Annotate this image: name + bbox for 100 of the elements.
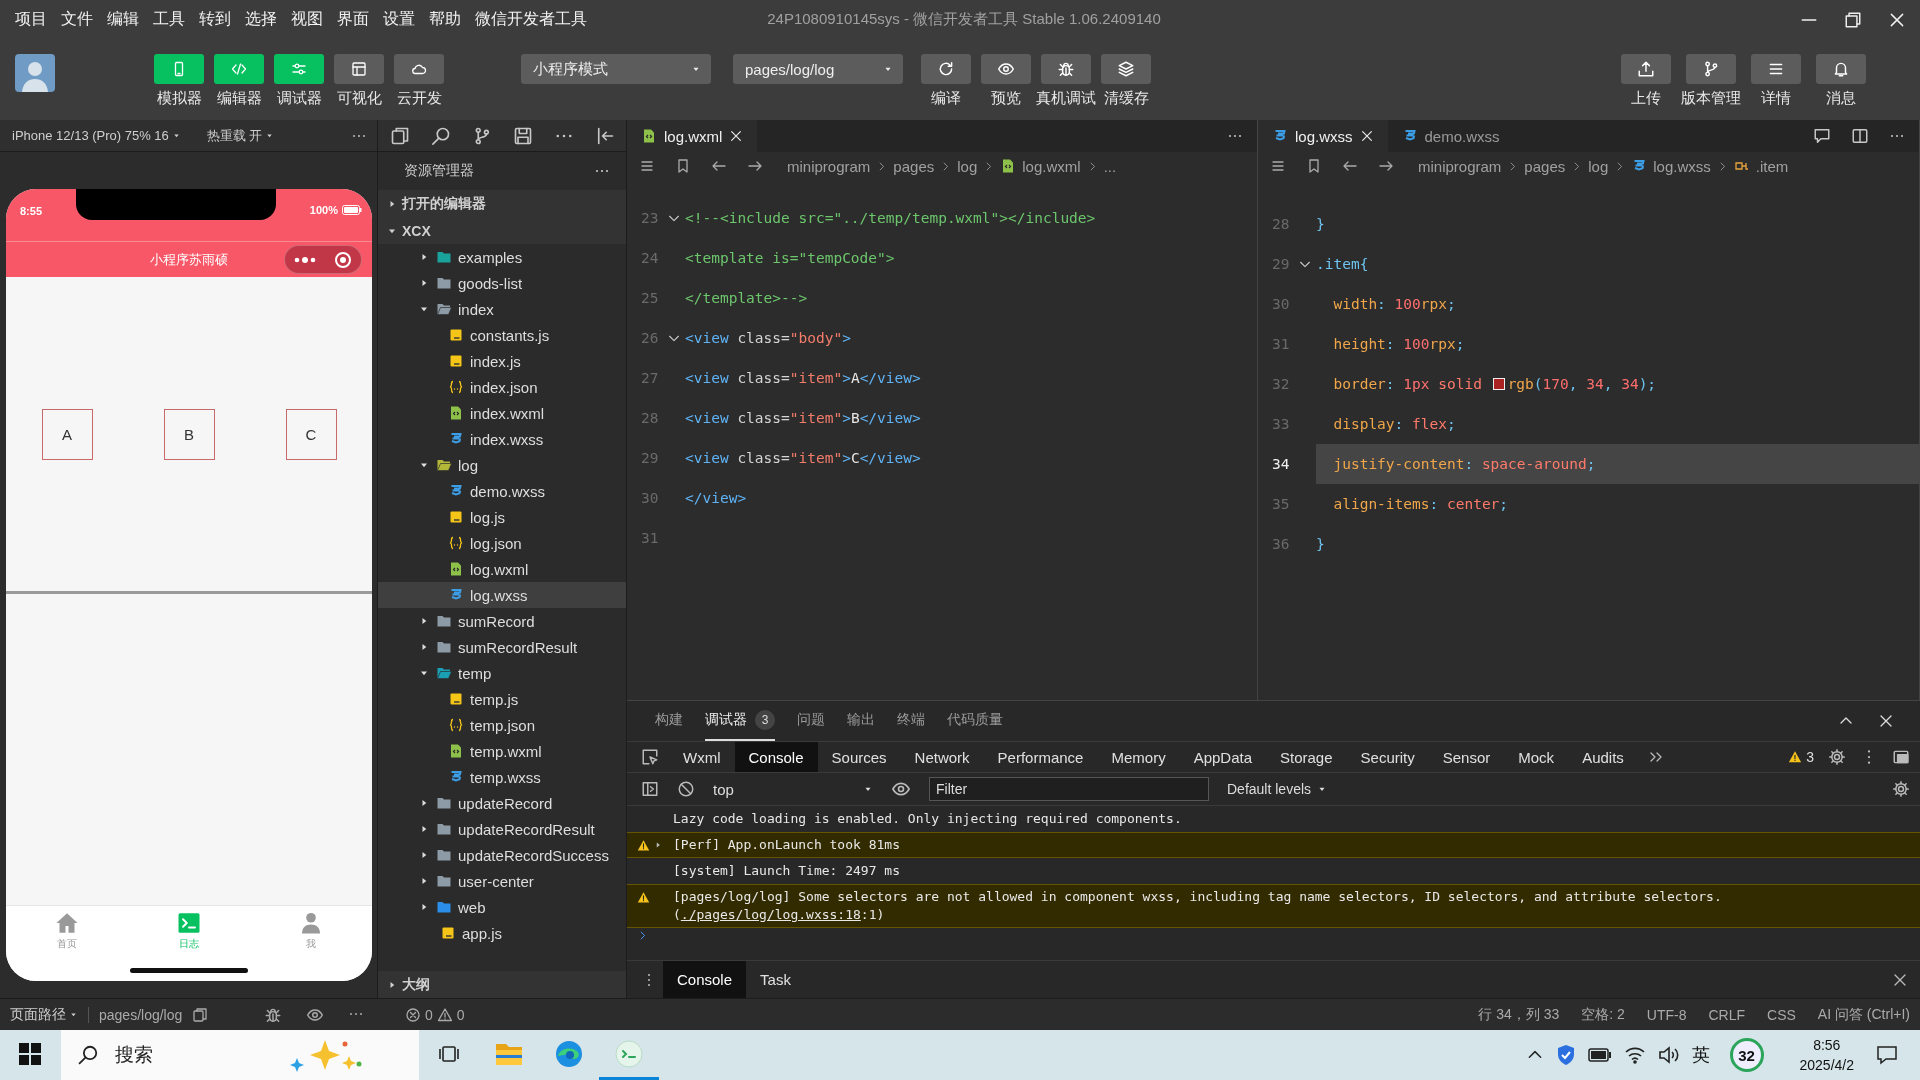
tree-item[interactable]: temp.wxml <box>378 738 626 764</box>
toolbar-button[interactable] <box>1041 54 1091 84</box>
tree-item[interactable]: index.wxml <box>378 400 626 426</box>
tree-item[interactable]: temp.wxss <box>378 764 626 790</box>
bookmark-icon[interactable] <box>1306 158 1322 174</box>
panel-tab[interactable]: 输出 <box>847 701 875 741</box>
menu-item[interactable]: 转到 <box>192 9 238 30</box>
tree-item[interactable]: user-center <box>378 868 626 894</box>
status-item[interactable]: AI 问答 (Ctrl+I) <box>1817 1005 1910 1024</box>
devtools-tab[interactable]: Mock <box>1504 742 1569 772</box>
devtools-tab[interactable]: Network <box>900 742 984 772</box>
list-icon[interactable] <box>1270 158 1286 174</box>
breadcrumb-item[interactable]: log.wxss <box>1653 157 1711 175</box>
restore-icon[interactable] <box>1844 10 1862 29</box>
notification-badge[interactable]: 32 <box>1729 1038 1764 1072</box>
panel-tab[interactable]: 代码质量 <box>947 701 1003 741</box>
status-item[interactable]: CRLF <box>1708 1006 1746 1023</box>
bookmark-icon[interactable] <box>675 158 691 174</box>
view-toggle-button[interactable] <box>214 54 264 84</box>
close-icon[interactable] <box>1878 713 1894 729</box>
tree-item[interactable]: constants.js <box>378 322 626 348</box>
tree-item[interactable]: index.wxss <box>378 426 626 452</box>
breadcrumb-item[interactable]: ... <box>1103 157 1117 175</box>
view-toggle-button[interactable] <box>334 54 384 84</box>
copy-icon[interactable] <box>390 125 410 146</box>
battery-icon[interactable] <box>1587 1048 1612 1062</box>
breadcrumb-item[interactable]: miniprogram <box>1418 157 1502 175</box>
inspect-icon[interactable] <box>641 748 659 766</box>
toolbar-button[interactable] <box>1750 54 1801 84</box>
panel-tab[interactable]: 构建 <box>655 701 683 741</box>
section-header[interactable]: XCX <box>378 217 626 244</box>
tree-item[interactable]: examples <box>378 244 626 270</box>
color-swatch[interactable] <box>1492 378 1505 390</box>
tree-item[interactable]: temp.js <box>378 686 626 712</box>
devtools-tab[interactable]: Sources <box>817 742 901 772</box>
clear-console-icon[interactable] <box>677 780 695 798</box>
section-header[interactable]: 打开的编辑器 <box>378 190 626 217</box>
devtools-tab[interactable]: Performance <box>983 742 1098 772</box>
shield-icon[interactable] <box>1555 1044 1576 1066</box>
devtools-tab[interactable]: Security <box>1346 742 1429 772</box>
devtools-tab[interactable]: Console <box>734 742 818 772</box>
tree-item[interactable]: goods-list <box>378 270 626 296</box>
toolbar-button[interactable] <box>1685 54 1736 84</box>
close-icon[interactable] <box>729 129 744 143</box>
menu-item[interactable]: 文件 <box>54 9 100 30</box>
tree-item[interactable]: index.json <box>378 374 626 400</box>
page-select[interactable]: pages/log/log <box>733 54 903 84</box>
collapse-panel-icon[interactable] <box>595 125 615 146</box>
settings-icon[interactable] <box>1828 748 1846 766</box>
devtools-tab[interactable]: Memory <box>1097 742 1180 772</box>
menu-item[interactable]: 工具 <box>146 9 192 30</box>
view-toggle-button[interactable] <box>154 54 204 84</box>
copy-icon[interactable] <box>192 1006 209 1023</box>
view-toggle-button[interactable] <box>274 54 324 84</box>
devtools-tab[interactable]: Wxml <box>669 742 735 772</box>
breadcrumb-item[interactable]: log <box>957 157 978 175</box>
menu-item[interactable]: 界面 <box>330 9 376 30</box>
tree-item[interactable]: log <box>378 452 626 478</box>
dock-icon[interactable] <box>1892 748 1910 766</box>
tree-item[interactable]: index <box>378 296 626 322</box>
tree-item[interactable]: web <box>378 894 626 920</box>
tree-item[interactable]: sumRecord <box>378 608 626 634</box>
hot-reload-select[interactable]: 热重载 开 <box>206 126 275 145</box>
devtools-tab[interactable]: AppData <box>1179 742 1266 772</box>
device-select[interactable]: iPhone 12/13 (Pro) 75% 16 <box>12 128 181 143</box>
menu-item[interactable]: 视图 <box>284 9 330 30</box>
notification-icon[interactable] <box>1876 1044 1898 1066</box>
toolbar-button[interactable] <box>921 54 971 84</box>
menu-item[interactable]: 设置 <box>376 9 422 30</box>
breadcrumb-item[interactable]: .item <box>1755 157 1789 175</box>
comment-icon[interactable] <box>1813 127 1831 145</box>
filter-field[interactable]: Filter <box>929 777 1209 801</box>
sidebar-icon[interactable] <box>641 780 659 798</box>
breadcrumb-item[interactable]: log <box>1588 157 1609 175</box>
more-icon[interactable] <box>294 255 316 264</box>
save-icon[interactable] <box>513 125 533 146</box>
devtools-tab[interactable]: Audits <box>1568 742 1638 772</box>
drawer-tab[interactable]: Console <box>663 961 747 998</box>
drawer-tab[interactable]: Task <box>746 961 805 998</box>
list-icon[interactable] <box>639 158 655 174</box>
toolbar-button[interactable] <box>981 54 1031 84</box>
menu-item[interactable]: 项目 <box>8 9 54 30</box>
status-item[interactable]: 行 34，列 33 <box>1478 1005 1560 1024</box>
tree-item[interactable]: log.json <box>378 530 626 556</box>
status-item[interactable]: UTF-8 <box>1646 1006 1687 1023</box>
tree-item[interactable]: temp.json <box>378 712 626 738</box>
devtools-tab[interactable]: Storage <box>1266 742 1347 772</box>
view-toggle-button[interactable] <box>394 54 444 84</box>
speaker-icon[interactable] <box>1657 1046 1680 1064</box>
tree-item[interactable]: updateRecordResult <box>378 816 626 842</box>
editor-tab[interactable]: demo.wxss <box>1387 120 1514 152</box>
tree-item[interactable]: updateRecordSuccess <box>378 842 626 868</box>
split-editor-icon[interactable] <box>1851 127 1869 145</box>
menu-item[interactable]: 微信开发者工具 <box>468 9 594 30</box>
toolbar-button[interactable] <box>1620 54 1671 84</box>
tree-item[interactable]: temp <box>378 660 626 686</box>
breadcrumb-item[interactable]: log.wxml <box>1022 157 1081 175</box>
tree-item[interactable]: log.js <box>378 504 626 530</box>
close-icon[interactable] <box>1359 129 1374 143</box>
devtools-tab[interactable]: Sensor <box>1428 742 1505 772</box>
